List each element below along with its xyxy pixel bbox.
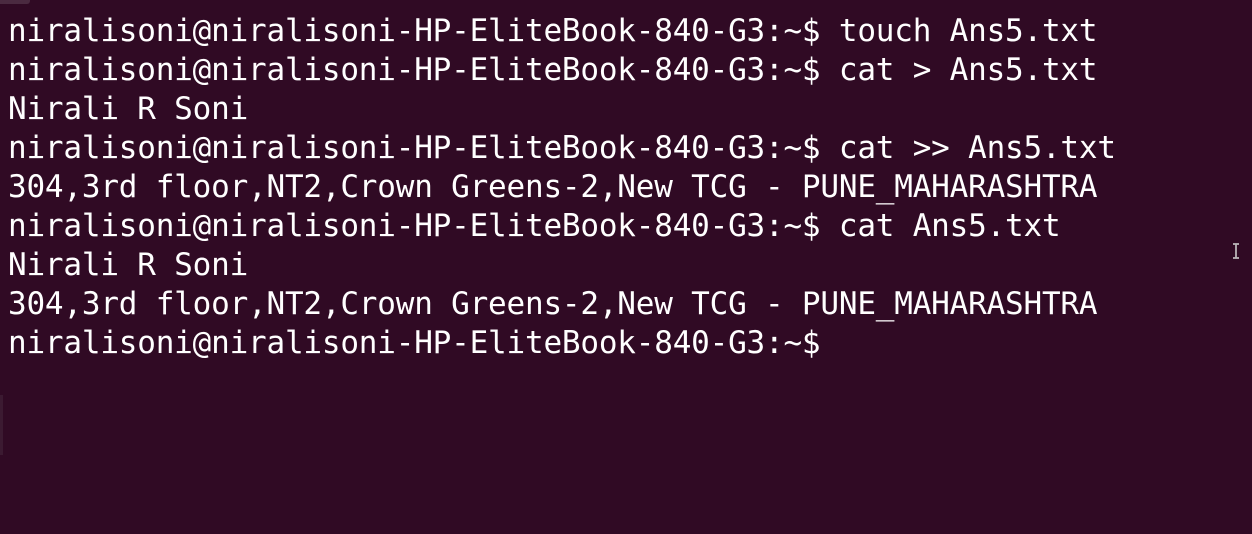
terminal-line-input-address: 304,3rd floor,NT2,Crown Greens-2,New TCG… [8,169,1098,205]
terminal-line-command-cat-read: niralisoni@niralisoni-HP-EliteBook-840-G… [8,208,1061,244]
terminal-window[interactable]: niralisoni@niralisoni-HP-EliteBook-840-G… [0,0,1252,534]
terminal-line-output-name: Nirali R Soni [8,247,249,283]
terminal-line-input-name: Nirali R Soni [8,91,249,127]
terminal-line-command-cat-append: niralisoni@niralisoni-HP-EliteBook-840-G… [8,130,1116,166]
terminal-prompt-line[interactable]: niralisoni@niralisoni-HP-EliteBook-840-G… [8,324,1244,363]
text-ibeam-cursor-icon [1233,243,1239,259]
window-corner-tab [0,0,30,4]
terminal-line-command-cat-write: niralisoni@niralisoni-HP-EliteBook-840-G… [8,52,1098,88]
window-left-edge [0,395,3,455]
terminal-line-output-address: 304,3rd floor,NT2,Crown Greens-2,New TCG… [8,286,1098,322]
terminal-line-command-touch: niralisoni@niralisoni-HP-EliteBook-840-G… [8,13,1098,49]
